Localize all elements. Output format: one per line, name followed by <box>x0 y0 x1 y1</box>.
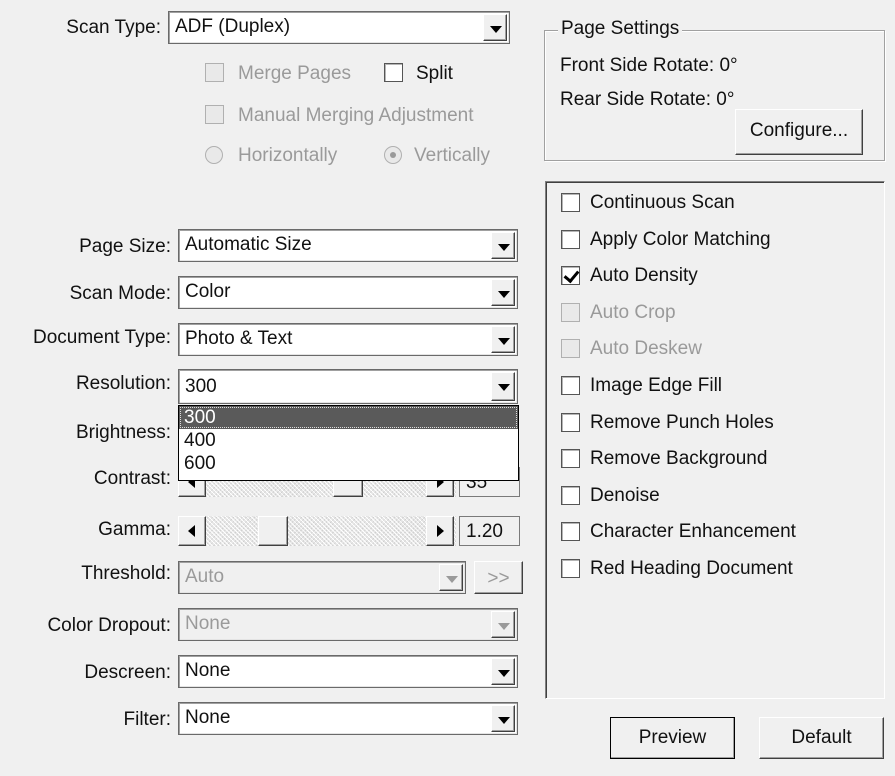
threshold-value: Auto <box>185 566 225 587</box>
configure-button[interactable]: Configure... <box>735 109 863 155</box>
filter-select[interactable]: None <box>178 702 518 735</box>
option-label-0: Continuous Scan <box>590 192 735 213</box>
document-type-value: Photo & Text <box>185 328 293 349</box>
option-label-6: Remove Punch Holes <box>590 412 774 433</box>
horizontally-label: Horizontally <box>238 145 338 166</box>
option-checkbox-8[interactable] <box>561 486 580 505</box>
options-panel <box>545 181 885 699</box>
option-checkbox-1[interactable] <box>561 230 580 249</box>
option-checkbox-6[interactable] <box>561 413 580 432</box>
chevron-down-icon[interactable] <box>491 705 515 732</box>
option-label-3: Auto Crop <box>590 302 676 323</box>
threshold-select[interactable]: Auto <box>178 561 466 594</box>
option-label-7: Remove Background <box>590 448 768 469</box>
color-dropout-value: None <box>185 613 231 634</box>
chevron-down-icon[interactable] <box>439 564 463 591</box>
option-checkbox-5[interactable] <box>561 376 580 395</box>
document-type-select[interactable]: Photo & Text <box>178 323 518 356</box>
merge-pages-label: Merge Pages <box>238 63 352 84</box>
preview-button[interactable]: Preview <box>610 717 735 759</box>
scan-type-select[interactable]: ADF (Duplex) <box>168 11 510 44</box>
scan-type-value: ADF (Duplex) <box>175 16 291 37</box>
scan-mode-value: Color <box>185 281 231 302</box>
option-checkbox-10[interactable] <box>561 559 580 578</box>
resolution-option-300[interactable]: 300 <box>179 406 518 429</box>
option-label-10: Red Heading Document <box>590 558 793 579</box>
gamma-value: 1.20 <box>459 516 520 546</box>
resolution-dropdown-list: 300 400 600 <box>178 405 519 481</box>
color-dropout-label: Color Dropout: <box>47 615 171 636</box>
resolution-select[interactable]: 300 <box>178 369 518 404</box>
descreen-select[interactable]: None <box>178 655 518 688</box>
filter-label: Filter: <box>123 709 172 730</box>
brightness-label: Brightness: <box>75 422 171 443</box>
gamma-slider-track[interactable] <box>178 516 456 546</box>
gamma-slider-thumb[interactable] <box>258 516 288 546</box>
descreen-label: Descreen: <box>84 662 171 683</box>
option-checkbox-7[interactable] <box>561 449 580 468</box>
option-checkbox-3[interactable] <box>561 303 580 322</box>
default-button[interactable]: Default <box>759 717 884 759</box>
option-label-9: Character Enhancement <box>590 521 796 542</box>
chevron-down-icon[interactable] <box>491 326 515 353</box>
vertically-radio[interactable] <box>384 146 402 164</box>
chevron-down-icon[interactable] <box>491 372 515 401</box>
document-type-label: Document Type: <box>32 327 171 348</box>
option-checkbox-9[interactable] <box>561 522 580 541</box>
merge-pages-checkbox[interactable] <box>205 63 224 82</box>
option-checkbox-2[interactable] <box>561 266 580 285</box>
page-size-value: Automatic Size <box>185 234 312 255</box>
scan-type-label: Scan Type: <box>66 17 161 38</box>
contrast-label: Contrast: <box>93 468 171 489</box>
scan-mode-label: Scan Mode: <box>69 283 171 304</box>
option-checkbox-0[interactable] <box>561 193 580 212</box>
resolution-option-600[interactable]: 600 <box>179 452 518 475</box>
resolution-value: 300 <box>185 376 217 397</box>
option-label-8: Denoise <box>590 485 660 506</box>
horizontally-radio[interactable] <box>205 146 223 164</box>
chevron-down-icon[interactable] <box>491 232 515 259</box>
rear-side-rotate-text: Rear Side Rotate: 0° <box>560 89 735 110</box>
gamma-label: Gamma: <box>98 519 171 540</box>
descreen-value: None <box>185 660 231 681</box>
front-side-rotate-text: Front Side Rotate: 0° <box>560 55 738 76</box>
option-label-1: Apply Color Matching <box>590 229 771 250</box>
chevron-down-icon[interactable] <box>483 14 507 41</box>
color-dropout-select[interactable]: None <box>178 608 518 641</box>
page-size-select[interactable]: Automatic Size <box>178 229 518 262</box>
resolution-option-400[interactable]: 400 <box>179 429 518 452</box>
gamma-increase-icon[interactable] <box>426 516 454 546</box>
option-label-5: Image Edge Fill <box>590 375 723 396</box>
resolution-label: Resolution: <box>75 373 171 394</box>
option-label-4: Auto Deskew <box>590 338 702 359</box>
manual-merge-label: Manual Merging Adjustment <box>238 105 474 126</box>
threshold-label: Threshold: <box>81 563 171 584</box>
option-label-2: Auto Density <box>590 265 698 286</box>
chevron-down-icon[interactable] <box>491 279 515 306</box>
manual-merge-checkbox[interactable] <box>205 105 224 124</box>
vertically-label: Vertically <box>414 145 491 166</box>
split-checkbox[interactable] <box>384 63 403 82</box>
chevron-down-icon[interactable] <box>491 658 515 685</box>
chevron-down-icon[interactable] <box>491 611 515 638</box>
page-size-label: Page Size: <box>79 236 171 257</box>
scan-mode-select[interactable]: Color <box>178 276 518 309</box>
gamma-decrease-icon[interactable] <box>178 516 206 546</box>
split-label: Split <box>416 63 453 84</box>
filter-value: None <box>185 707 231 728</box>
threshold-more-button[interactable]: >> <box>474 561 523 594</box>
page-settings-title: Page Settings <box>558 18 683 40</box>
option-checkbox-4[interactable] <box>561 339 580 358</box>
